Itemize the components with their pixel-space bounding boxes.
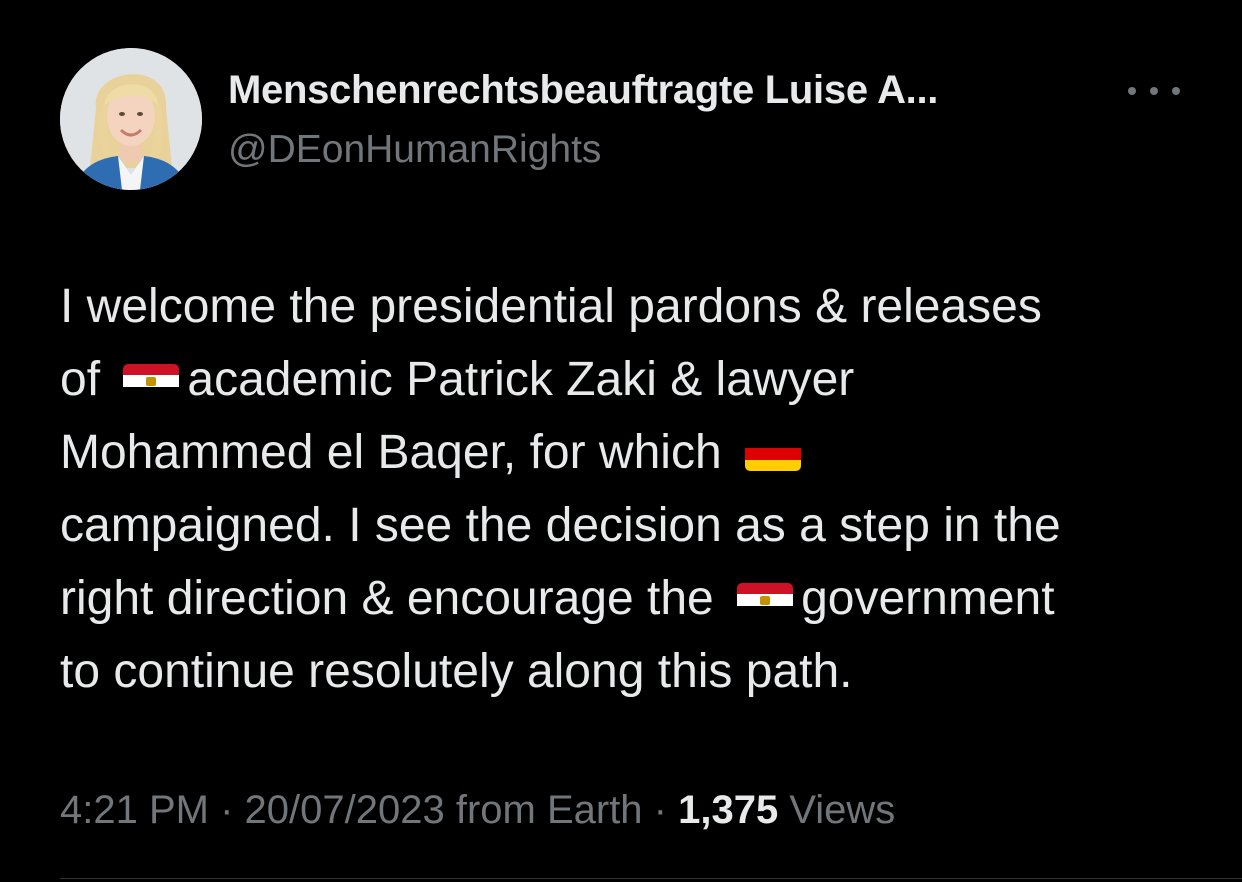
tweet-text-segment: Mohammed el Baqer, for which [60, 426, 735, 479]
tweet-text-segment: of [60, 353, 114, 406]
tweet-time[interactable]: 4:21 PM [60, 788, 209, 832]
tweet-text: I welcome the presidential pardons & rel… [60, 270, 1210, 708]
tweet-line: Mohammed el Baqer, for which [60, 416, 1210, 489]
author-handle[interactable]: @DEonHumanRights [228, 128, 601, 172]
tweet-text-segment: I welcome the presidential pardons & rel… [60, 280, 1042, 333]
tweet-date[interactable]: 20/07/2023 [245, 788, 445, 832]
more-options-icon[interactable] [1128, 76, 1180, 106]
tweet: Menschenrechtsbeauftragte Luise A... @DE… [0, 0, 1242, 882]
profile-photo [60, 48, 202, 190]
egypt-flag-icon [123, 364, 180, 398]
dot [1172, 87, 1180, 95]
germany-flag-icon [744, 437, 801, 471]
tweet-text-segment: to continue resolutely along this path. [60, 645, 853, 698]
tweet-line: I welcome the presidential pardons & rel… [60, 270, 1210, 343]
tweet-text-segment: government [801, 572, 1055, 625]
author-display-name[interactable]: Menschenrechtsbeauftragte Luise A... [228, 68, 938, 113]
views-label[interactable]: Views [778, 788, 895, 832]
tweet-line: right direction & encourage the governme… [60, 562, 1210, 635]
tweet-meta: 4:21 PM · 20/07/2023 from Earth · 1,375 … [60, 788, 895, 833]
tweet-line: to continue resolutely along this path. [60, 635, 1210, 708]
egypt-flag-icon [737, 583, 794, 617]
meta-separator: · [208, 788, 245, 832]
tweet-text-segment: academic Patrick Zaki & lawyer [187, 353, 855, 406]
tweet-line: campaigned. I see the decision as a step… [60, 489, 1210, 562]
avatar[interactable] [60, 48, 202, 190]
dot [1150, 87, 1158, 95]
tweet-source: from Earth [444, 788, 643, 832]
dot [1128, 87, 1136, 95]
tweet-line: of academic Patrick Zaki & lawyer [60, 343, 1210, 416]
views-count[interactable]: 1,375 [678, 788, 778, 832]
tweet-text-segment: right direction & encourage the [60, 572, 728, 625]
divider [60, 878, 1242, 879]
tweet-text-segment: campaigned. I see the decision as a step… [60, 499, 1061, 552]
meta-separator: · [642, 788, 679, 832]
